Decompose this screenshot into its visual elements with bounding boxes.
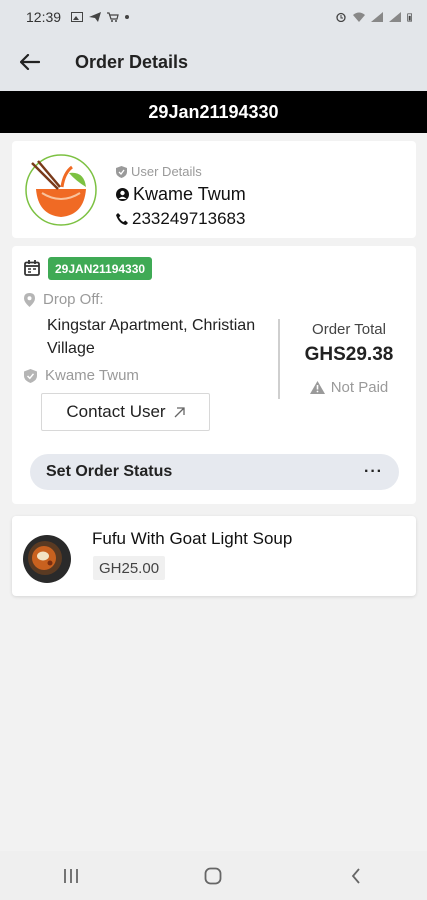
page-title: Order Details — [75, 51, 189, 72]
home-button[interactable] — [183, 856, 243, 896]
order-id-badge: 29JAN21194330 — [48, 257, 153, 280]
signal-icon — [371, 11, 383, 22]
notification-dot-icon — [125, 14, 130, 19]
user-details-text: User Details — [131, 164, 202, 179]
warning-icon — [309, 381, 325, 394]
app-bar: Order Details — [0, 33, 427, 91]
user-phone: 233249713683 — [132, 209, 246, 228]
recents-icon — [64, 868, 79, 883]
cart-icon — [107, 11, 119, 22]
food-dish-image — [23, 535, 71, 583]
system-back-button[interactable] — [326, 856, 386, 896]
item-price-text: GH25.00 — [99, 559, 160, 577]
more-options-icon[interactable]: ··· — [364, 463, 383, 481]
drop-off-address: Kingstar Apartment, Christian Village — [47, 317, 256, 357]
order-total-value: GHS29.38 — [304, 344, 394, 365]
contact-user-label: Contact User — [66, 402, 166, 421]
order-id-text: 29Jan21194330 — [148, 101, 279, 122]
system-nav-bar — [0, 851, 427, 900]
verified-shield-icon — [116, 165, 127, 178]
user-name: Kwame Twum — [133, 184, 246, 204]
contact-user-button[interactable]: Contact User — [41, 393, 210, 431]
drop-off-user-text: Kwame Twum — [45, 367, 139, 384]
order-id-banner: 29Jan21194330 — [0, 91, 427, 133]
location-pin-icon — [24, 292, 35, 307]
verified-shield-icon — [24, 368, 37, 383]
alarm-icon — [336, 12, 346, 22]
order-id-badge-text: 29JAN21194330 — [55, 261, 146, 276]
order-total-label: Order Total — [312, 321, 386, 338]
chevron-left-icon — [351, 867, 360, 884]
vertical-divider — [278, 319, 280, 399]
order-info-card: 29JAN21194330 Drop Off: Kingstar Apartme… — [12, 246, 416, 504]
back-button[interactable] — [0, 33, 60, 91]
drop-off-label: Drop Off: — [24, 291, 104, 308]
restaurant-logo — [25, 154, 97, 226]
phone-icon — [116, 213, 128, 225]
set-order-status-label: Set Order Status — [46, 463, 173, 480]
item-name: Fufu With Goat Light Soup — [92, 529, 293, 548]
arrow-up-right-icon — [174, 406, 185, 417]
battery-icon — [407, 13, 412, 22]
drop-off-label-text: Drop Off: — [43, 291, 104, 308]
telegram-icon — [89, 11, 102, 22]
payment-status: Not Paid — [282, 379, 416, 396]
user-details-label: User Details — [116, 164, 202, 179]
user-circle-icon — [116, 188, 129, 201]
arrow-left-icon — [20, 54, 40, 70]
recents-button[interactable] — [41, 856, 101, 896]
status-bar: 12:39 — [0, 0, 427, 33]
image-icon — [71, 11, 84, 22]
home-icon — [205, 867, 222, 884]
wifi-icon — [353, 12, 365, 22]
signal-icon — [389, 11, 401, 22]
user-phone-row[interactable]: 233249713683 — [116, 209, 245, 229]
set-order-status-button[interactable]: Set Order Status ··· — [30, 454, 399, 490]
content-area: User Details Kwame Twum 233249713683 29J… — [0, 133, 427, 851]
status-time: 12:39 — [26, 8, 62, 25]
calendar-icon — [24, 260, 40, 276]
item-price: GH25.00 — [93, 556, 166, 580]
user-name-row: Kwame Twum — [116, 184, 246, 205]
payment-status-text: Not Paid — [330, 379, 389, 396]
order-item-card[interactable]: Fufu With Goat Light Soup GH25.00 — [12, 516, 416, 596]
drop-off-user: Kwame Twum — [24, 367, 139, 384]
user-details-card: User Details Kwame Twum 233249713683 — [12, 141, 416, 238]
